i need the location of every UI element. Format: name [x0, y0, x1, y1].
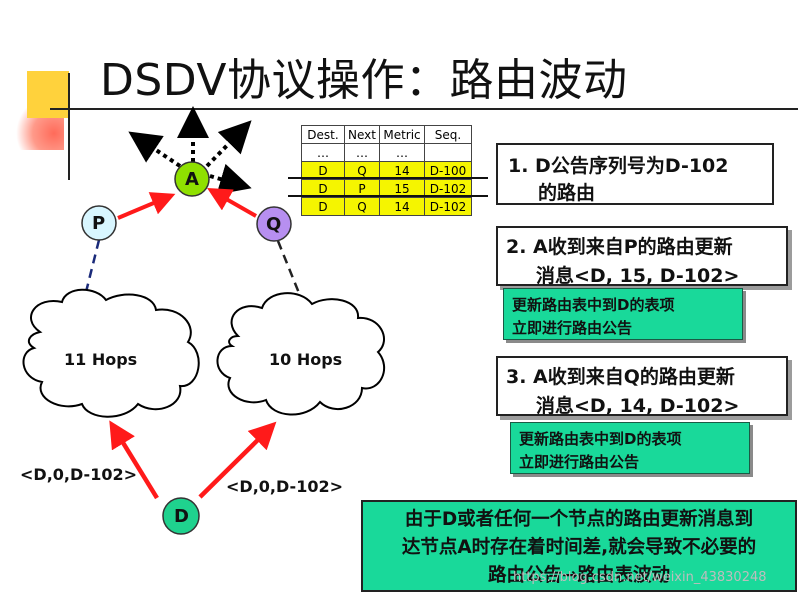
- cloud-right-label: 10 Hops: [269, 350, 342, 369]
- routing-table-header-cell: Dest.: [301, 125, 345, 144]
- edge-label-left: <D,0,D-102>: [20, 465, 137, 484]
- table-cell: 14: [379, 197, 425, 216]
- strikethrough-row-2: [288, 177, 488, 179]
- edge-label-right: <D,0,D-102>: [226, 477, 343, 496]
- node-d-label: D: [174, 506, 189, 527]
- arrow-p-to-a: [117, 192, 176, 220]
- step-2-line-2: 消息<D, 15, D-102>: [536, 265, 740, 287]
- table-cell: D-102: [424, 197, 472, 216]
- step-2-note: 更新路由表中到D的表项 立即进行路由公告: [503, 288, 743, 340]
- step-1-box: 1. D公告序列号为D-102 的路由: [496, 143, 774, 205]
- watermark: https://blog.csdn.net/weixin_43830248: [513, 570, 767, 585]
- table-cell: D: [301, 197, 345, 216]
- arrow-d-to-left-cloud: [109, 420, 159, 500]
- routing-table: Dest. Next Metric Seq. … … … D Q 14 D-10…: [301, 125, 472, 216]
- step-1-line-1: 1. D公告序列号为D-102: [508, 155, 729, 177]
- summary-line-1: 由于D或者任何一个节点的路由更新消息到: [404, 509, 754, 530]
- step-3-line-2: 消息<D, 14, D-102>: [536, 395, 740, 417]
- table-cell: [424, 143, 472, 162]
- routing-table-header-cell: Metric: [379, 125, 425, 144]
- step-3-line-1: 3. A收到来自Q的路由更新: [506, 366, 735, 388]
- broadcast-arrow-right: [209, 163, 252, 195]
- table-row: … … …: [301, 143, 472, 162]
- table-cell: …: [379, 143, 425, 162]
- routing-table-header: Dest. Next Metric Seq.: [301, 125, 472, 144]
- step-2-line-1: 2. A收到来自P的路由更新: [506, 236, 733, 258]
- routing-table-header-cell: Seq.: [424, 125, 472, 144]
- step-2-note-line-2: 立即进行路由公告: [512, 319, 633, 337]
- step-2-note-line-1: 更新路由表中到D的表项: [512, 296, 675, 314]
- cloud-left-label: 11 Hops: [64, 350, 137, 369]
- step-3-note-line-1: 更新路由表中到D的表项: [519, 430, 682, 448]
- step-1-line-2: 的路由: [538, 182, 596, 204]
- table-cell: Q: [344, 197, 380, 216]
- arrow-q-to-a: [207, 188, 257, 218]
- summary-line-2: 达节点A时存在着时间差,就会导致不必要的: [401, 537, 757, 558]
- step-3-note: 更新路由表中到D的表项 立即进行路由公告: [510, 422, 750, 474]
- routing-table-header-cell: Next: [344, 125, 380, 144]
- table-cell: …: [344, 143, 380, 162]
- node-a-label: A: [185, 169, 199, 190]
- node-q-label: Q: [266, 214, 281, 235]
- broadcast-arrow-up-right: [205, 120, 252, 168]
- broadcast-arrow-up-left: [128, 131, 182, 168]
- table-row: D Q 14 D-102: [301, 197, 472, 216]
- node-p-label: P: [92, 213, 105, 234]
- step-2-box: 2. A收到来自P的路由更新 消息<D, 15, D-102>: [496, 226, 788, 287]
- step-3-note-line-2: 立即进行路由公告: [519, 453, 640, 471]
- strikethrough-row-3: [288, 195, 488, 197]
- table-cell: …: [301, 143, 345, 162]
- step-3-box: 3. A收到来自Q的路由更新 消息<D, 14, D-102>: [496, 356, 788, 417]
